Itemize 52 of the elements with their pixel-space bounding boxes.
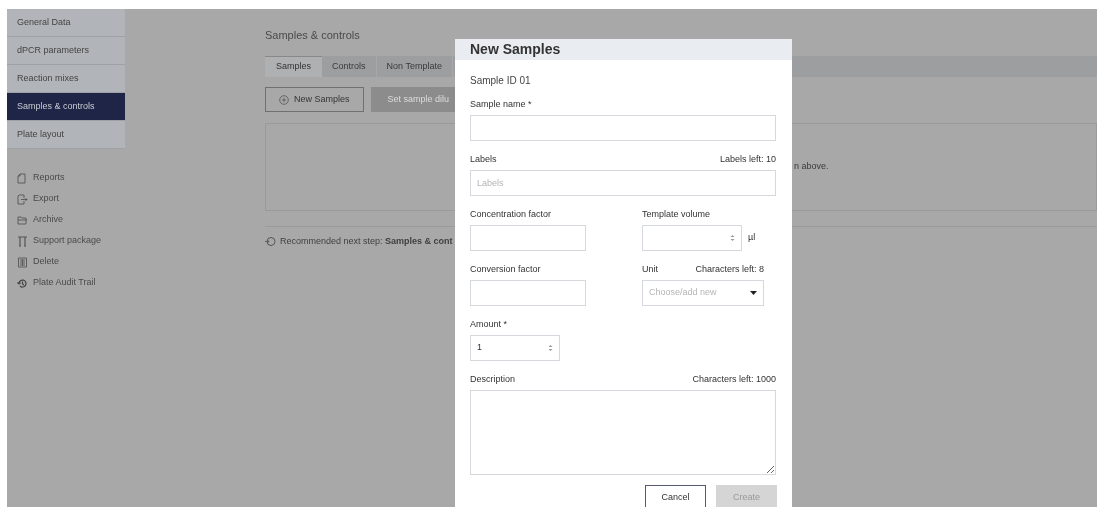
document-icon xyxy=(17,172,28,184)
text-field[interactable] xyxy=(470,225,586,251)
dialog-title: New Samples xyxy=(470,40,561,59)
button[interactable]: Cancel xyxy=(645,485,706,507)
unit-label: µl xyxy=(748,231,756,245)
tab[interactable]: Non Template xyxy=(376,56,453,77)
folder-icon xyxy=(17,214,28,226)
number-field[interactable]: 1 xyxy=(470,335,560,361)
package-icon xyxy=(17,235,28,247)
character-counter: Characters left: 8 xyxy=(695,262,764,276)
tab[interactable]: Controls xyxy=(322,56,377,77)
panel-text: n above. xyxy=(794,160,829,174)
sidebar-nav-item[interactable]: Plate layout xyxy=(7,121,125,149)
sidebar-nav-item[interactable]: General Data xyxy=(7,9,125,37)
text-field[interactable] xyxy=(470,115,776,141)
trash-icon xyxy=(17,256,28,268)
spinner-icon[interactable] xyxy=(730,234,735,242)
sidebar-action-link[interactable]: Export xyxy=(33,192,59,206)
field-label: Description xyxy=(470,372,516,386)
sidebar-nav-item[interactable]: Samples & controls xyxy=(7,93,125,121)
next-step-text: Recommended next step: Samples & cont xyxy=(280,235,453,248)
field-label: Unit xyxy=(642,262,658,276)
export-icon xyxy=(17,193,28,205)
sidebar-action-link[interactable]: Delete xyxy=(33,255,59,269)
sidebar-nav-item[interactable]: Reaction mixes xyxy=(7,65,125,93)
next-step-link[interactable]: Samples & cont xyxy=(385,236,453,246)
sidebar-nav-item[interactable]: dPCR parameters xyxy=(7,37,125,65)
spinner-icon[interactable] xyxy=(548,344,553,352)
sidebar-action-link[interactable]: Archive xyxy=(33,213,63,227)
text-field[interactable] xyxy=(470,280,586,306)
page-title: Samples & controls xyxy=(265,28,361,43)
sidebar-action-link[interactable]: Reports xyxy=(33,171,65,185)
button[interactable]: New Samples xyxy=(265,87,364,112)
history-icon xyxy=(17,277,28,289)
caret-icon xyxy=(750,291,757,295)
character-counter: Characters left: 1000 xyxy=(692,372,776,386)
field-label: Template volume xyxy=(642,207,711,221)
sample-id: Sample ID 01 xyxy=(470,74,532,86)
character-counter: Labels left: 10 xyxy=(719,152,776,166)
plus-circle-icon xyxy=(279,94,289,105)
description-field[interactable] xyxy=(470,390,776,475)
sidebar-action-link[interactable]: Plate Audit Trail xyxy=(33,276,96,290)
tab[interactable]: Samples xyxy=(265,56,322,77)
field-label: Concentration factor xyxy=(470,207,552,221)
sidebar-action-link[interactable]: Support package xyxy=(33,234,102,248)
number-field[interactable] xyxy=(642,225,742,251)
text-field[interactable]: Labels xyxy=(470,170,776,196)
field-label: Amount * xyxy=(470,317,508,331)
next-step-icon xyxy=(265,236,276,248)
field-label: Sample name * xyxy=(470,97,532,111)
field-label: Labels xyxy=(470,152,497,166)
field-label: Conversion factor xyxy=(470,262,541,276)
